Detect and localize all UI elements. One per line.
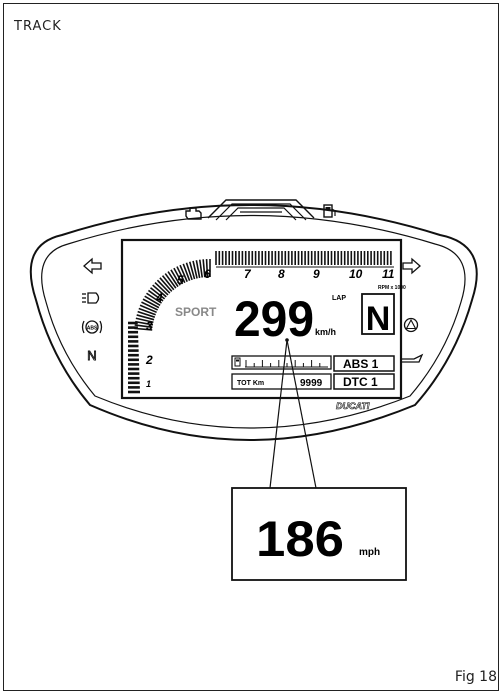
instrument-panel-diagram: ABS N 1 2 3 4 5 6 7 8 9 10 11 RPM x 1000… bbox=[29, 199, 478, 581]
svg-text:ABS: ABS bbox=[87, 326, 98, 332]
callout-speed: 186 bbox=[256, 511, 344, 567]
tach-number-5: 5 bbox=[177, 273, 184, 287]
rpm-label: RPM x 1000 bbox=[378, 285, 406, 291]
speed-readout: 299 bbox=[234, 291, 314, 347]
tach-number-4: 4 bbox=[155, 291, 163, 305]
odometer-label: TOT Km bbox=[237, 380, 264, 387]
tach-number-1: 1 bbox=[146, 379, 151, 389]
tach-number-8: 8 bbox=[278, 267, 285, 281]
neutral-indicator-icon: N bbox=[87, 348, 96, 363]
tach-number-10: 10 bbox=[349, 267, 363, 281]
tach-number-9: 9 bbox=[313, 267, 320, 281]
tach-number-2: 2 bbox=[145, 353, 153, 367]
speed-unit: km/h bbox=[315, 327, 336, 337]
tach-number-3: 3 bbox=[146, 319, 153, 333]
tach-number-6: 6 bbox=[204, 267, 211, 281]
dtc-level: DTC 1 bbox=[343, 375, 378, 389]
odometer-value: 9999 bbox=[300, 378, 323, 389]
tach-number-11: 11 bbox=[382, 267, 395, 281]
abs-level: ABS 1 bbox=[343, 357, 379, 371]
lap-label: LAP bbox=[332, 295, 346, 302]
callout-anchor bbox=[285, 338, 289, 342]
riding-mode-label: SPORT bbox=[175, 305, 217, 319]
callout-unit: mph bbox=[359, 547, 380, 558]
brand-logo: DUCATI bbox=[336, 401, 370, 411]
gear-indicator: N bbox=[366, 300, 391, 338]
